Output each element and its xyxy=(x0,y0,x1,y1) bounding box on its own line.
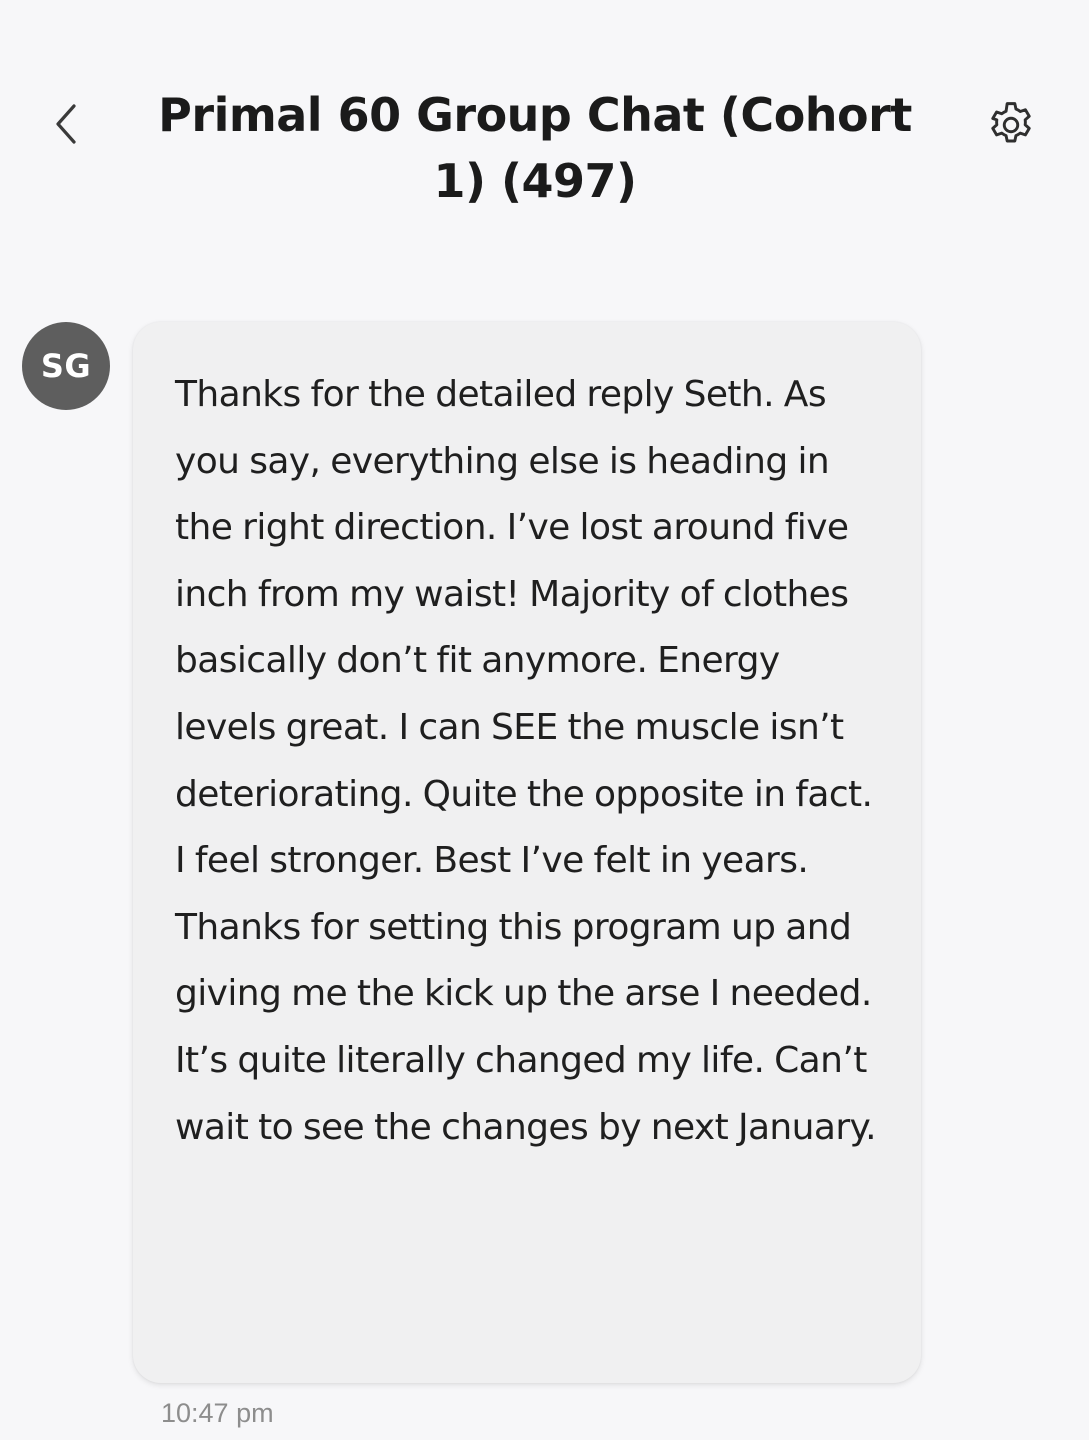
message-text: Thanks for the detailed reply Seth. As y… xyxy=(175,374,877,1148)
message-bubble[interactable]: Thanks for the detailed reply Seth. As y… xyxy=(133,322,921,1383)
settings-button[interactable] xyxy=(984,98,1038,152)
chat-header: Primal 60 Group Chat (Cohort 1) (497) xyxy=(0,0,1089,240)
gear-icon xyxy=(991,102,1031,143)
avatar[interactable]: SG xyxy=(22,322,110,410)
chevron-left-icon xyxy=(56,104,76,144)
back-button[interactable] xyxy=(40,96,96,152)
message-timestamp: 10:47 pm xyxy=(161,1398,274,1428)
page-title: Primal 60 Group Chat (Cohort 1) (497) xyxy=(158,88,912,208)
